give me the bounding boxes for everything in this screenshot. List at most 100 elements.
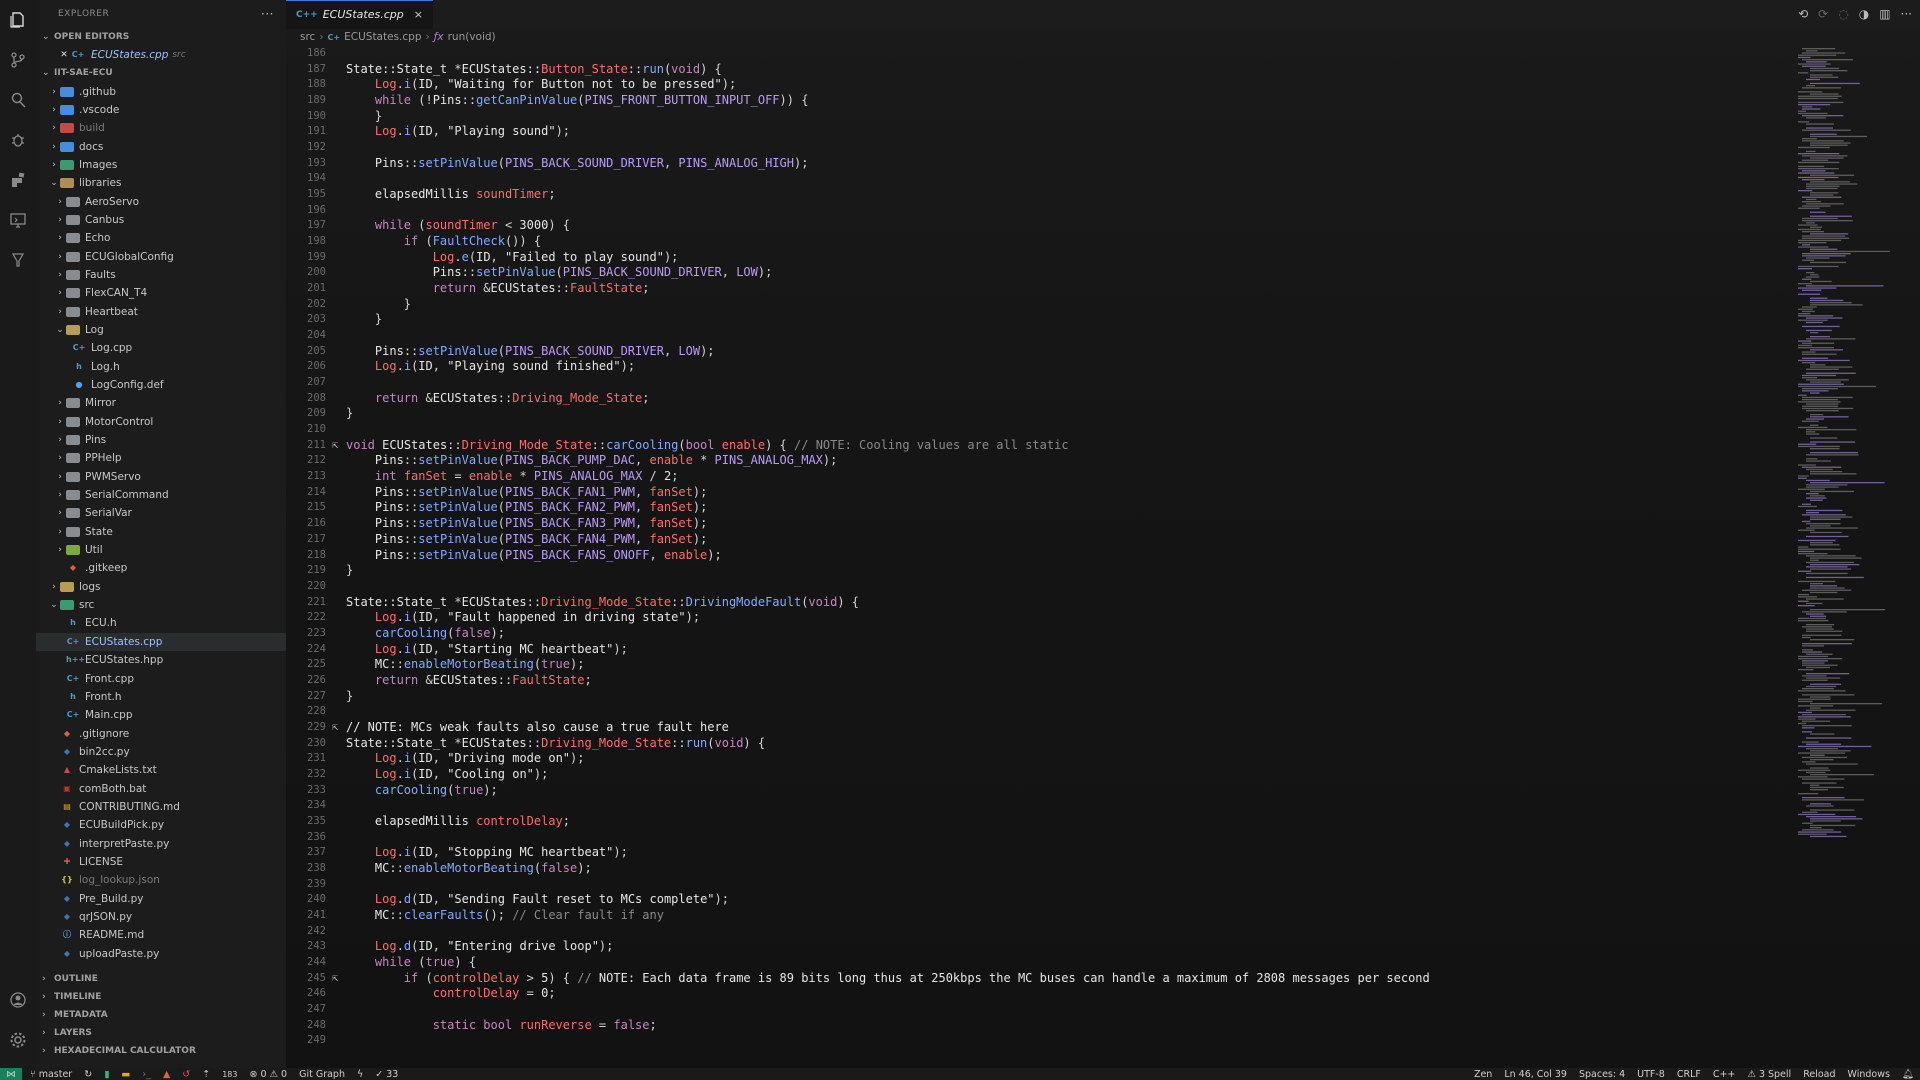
badge-counter[interactable]: 183: [222, 1070, 237, 1079]
folder-item-echo[interactable]: › Echo: [36, 229, 286, 247]
code-line[interactable]: 224 Log.i(ID, "Starting MC heartbeat");: [286, 642, 1786, 658]
file-item-readme-md[interactable]: ⓘ README.md: [36, 926, 286, 944]
cursor-position[interactable]: Ln 46, Col 39: [1504, 1069, 1567, 1080]
folder-item--github[interactable]: › .github: [36, 82, 286, 100]
tab-ecustates-cpp[interactable]: C++ ECUStates.cpp ×: [286, 0, 433, 29]
code-line[interactable]: 187 State::State_t *ECUStates::Button_Sta…: [286, 62, 1786, 78]
folder-item-images[interactable]: › Images: [36, 156, 286, 174]
code-line[interactable]: 235 elapsedMillis controlDelay;: [286, 814, 1786, 830]
code-line[interactable]: 221 State::State_t *ECUStates::Driving_Mo…: [286, 595, 1786, 611]
code-line[interactable]: 206 Log.i(ID, "Playing sound finished");: [286, 359, 1786, 375]
breadcrumb-file[interactable]: ECUStates.cpp: [344, 31, 421, 43]
folder-item-src[interactable]: ⌄ src: [36, 596, 286, 614]
code-line[interactable]: 220: [286, 579, 1786, 595]
spell-checker[interactable]: ⚠ 3 Spell: [1747, 1069, 1791, 1080]
comment-bookmark-icon[interactable]: ⇱: [326, 720, 344, 736]
file-item-ecustates-cpp[interactable]: C+ ECUStates.cpp: [36, 632, 286, 651]
comment-bookmark-icon[interactable]: ⇱: [326, 971, 344, 987]
file-item-log-cpp[interactable]: C+ Log.cpp: [36, 339, 286, 357]
code-line[interactable]: 191 Log.i(ID, "Playing sound");: [286, 124, 1786, 140]
code-line[interactable]: 193 Pins::setPinValue(PINS_BACK_SOUND_DR…: [286, 156, 1786, 172]
folder-item-pphelp[interactable]: › PPHelp: [36, 449, 286, 467]
checks-indicator[interactable]: ✓ 33: [375, 1069, 398, 1080]
account-icon[interactable]: [0, 980, 36, 1020]
code-line[interactable]: 247: [286, 1002, 1786, 1018]
folder-item-state[interactable]: › State: [36, 523, 286, 541]
platform-indicator[interactable]: Windows: [1848, 1069, 1890, 1080]
file-item-ecustates-hpp[interactable]: h++ ECUStates.hpp: [36, 651, 286, 669]
comment-bookmark-icon[interactable]: ⇱: [326, 438, 344, 454]
git-graph-button[interactable]: Git Graph: [299, 1069, 345, 1080]
folder-item-serialvar[interactable]: › SerialVar: [36, 504, 286, 522]
code-line[interactable]: 205 Pins::setPinValue(PINS_BACK_SOUND_DR…: [286, 344, 1786, 360]
code-line[interactable]: 214 Pins::setPinValue(PINS_BACK_FAN1_PWM…: [286, 485, 1786, 501]
code-line[interactable]: 192: [286, 140, 1786, 156]
zen-mode-button[interactable]: Zen: [1474, 1069, 1492, 1080]
remote-explorer-icon[interactable]: [0, 200, 36, 240]
code-line[interactable]: 195 elapsedMillis soundTimer;: [286, 187, 1786, 203]
open-changes-icon[interactable]: ◑: [1859, 7, 1869, 21]
file-item-comboth-bat[interactable]: ▣ comBoth.bat: [36, 779, 286, 797]
refresh-icon[interactable]: ↺: [182, 1069, 190, 1080]
tab-close-button[interactable]: ×: [414, 8, 423, 21]
code-line[interactable]: 242: [286, 924, 1786, 940]
code-line[interactable]: 229 ⇱// NOTE: MCs weak faults also cause …: [286, 720, 1786, 736]
code-line[interactable]: 208 return &ECUStates::Driving_Mode_Stat…: [286, 391, 1786, 407]
notifications-bell-icon[interactable]: 🔔︎: [1902, 1069, 1914, 1080]
remote-indicator-icon[interactable]: ⋈: [0, 1068, 22, 1080]
code-line[interactable]: 186: [286, 46, 1786, 62]
code-line[interactable]: 234: [286, 798, 1786, 814]
folder-item-serialcommand[interactable]: › SerialCommand: [36, 486, 286, 504]
folder-item-util[interactable]: › Util: [36, 541, 286, 559]
code-line[interactable]: 215 Pins::setPinValue(PINS_BACK_FAN2_PWM…: [286, 500, 1786, 516]
explorer-more-button[interactable]: ···: [261, 7, 274, 21]
terminal-icon[interactable]: ›_: [142, 1069, 151, 1080]
code-line[interactable]: 232 Log.i(ID, "Cooling on");: [286, 767, 1786, 783]
next-change-icon[interactable]: ◌: [1838, 7, 1848, 21]
problems-indicator[interactable]: ⊗ 0 ⚠ 0: [250, 1069, 288, 1080]
code-line[interactable]: 249: [286, 1033, 1786, 1049]
code-line[interactable]: 238 MC::enableMotorBeating(false);: [286, 861, 1786, 877]
notes-icon[interactable]: ▬: [121, 1069, 130, 1080]
lightning-icon[interactable]: ϟ: [357, 1069, 363, 1080]
build-icon[interactable]: ▮: [104, 1069, 109, 1080]
section-timeline[interactable]: › TIMELINE: [36, 988, 286, 1006]
file-item-uploadpaste-py[interactable]: ◆ uploadPaste.py: [36, 945, 286, 963]
file-item-ecubuildpick-py[interactable]: ◆ ECUBuildPick.py: [36, 816, 286, 834]
breadcrumb-symbol[interactable]: run(void): [448, 31, 496, 43]
code-line[interactable]: 199 Log.e(ID, "Failed to play sound");: [286, 250, 1786, 266]
indentation-setting[interactable]: Spaces: 4: [1579, 1069, 1625, 1080]
code-line[interactable]: 207: [286, 375, 1786, 391]
file-item-log-lookup-json[interactable]: {} log_lookup.json: [36, 871, 286, 889]
encoding-setting[interactable]: UTF-8: [1637, 1069, 1665, 1080]
code-line[interactable]: 246 controlDelay = 0;: [286, 986, 1786, 1002]
code-line[interactable]: 201 return &ECUStates::FaultState;: [286, 281, 1786, 297]
code-line[interactable]: 203 }: [286, 312, 1786, 328]
file-item-contributing-md[interactable]: ▤ CONTRIBUTING.md: [36, 798, 286, 816]
code-line[interactable]: 243 Log.d(ID, "Entering drive loop");: [286, 939, 1786, 955]
debug-icon[interactable]: [0, 120, 36, 160]
code-line[interactable]: 194: [286, 171, 1786, 187]
code-line[interactable]: 197 while (soundTimer < 3000) {: [286, 218, 1786, 234]
file-item--gitignore[interactable]: ◆ .gitignore: [36, 724, 286, 742]
search-icon[interactable]: [0, 80, 36, 120]
code-line[interactable]: 216 Pins::setPinValue(PINS_BACK_FAN3_PWM…: [286, 516, 1786, 532]
code-editor[interactable]: 186 187 State::State_t *ECUStates::Button_…: [286, 46, 1786, 1049]
alert-icon[interactable]: ▲: [163, 1069, 170, 1080]
code-line[interactable]: 223 carCooling(false);: [286, 626, 1786, 642]
folder-item-aeroservo[interactable]: › AeroServo: [36, 192, 286, 210]
folder-item-pwmservo[interactable]: › PWMServo: [36, 468, 286, 486]
branch-indicator[interactable]: ⑂ master: [30, 1069, 72, 1080]
code-line[interactable]: 204: [286, 328, 1786, 344]
code-line[interactable]: 217 Pins::setPinValue(PINS_BACK_FAN4_PWM…: [286, 532, 1786, 548]
folder-item-faults[interactable]: › Faults: [36, 266, 286, 284]
folder-item-canbus[interactable]: › Canbus: [36, 211, 286, 229]
extensions-icon[interactable]: [0, 160, 36, 200]
code-line[interactable]: 222 Log.i(ID, "Fault happened in driving…: [286, 610, 1786, 626]
code-line[interactable]: 212 Pins::setPinValue(PINS_BACK_PUMP_DAC…: [286, 453, 1786, 469]
folder-item-log[interactable]: ⌄ Log: [36, 321, 286, 339]
eol-setting[interactable]: CRLF: [1677, 1069, 1701, 1080]
folder-item-motorcontrol[interactable]: › MotorControl: [36, 413, 286, 431]
source-control-icon[interactable]: [0, 40, 36, 80]
open-editors-section[interactable]: ⌄ OPEN EDITORS: [36, 28, 286, 46]
